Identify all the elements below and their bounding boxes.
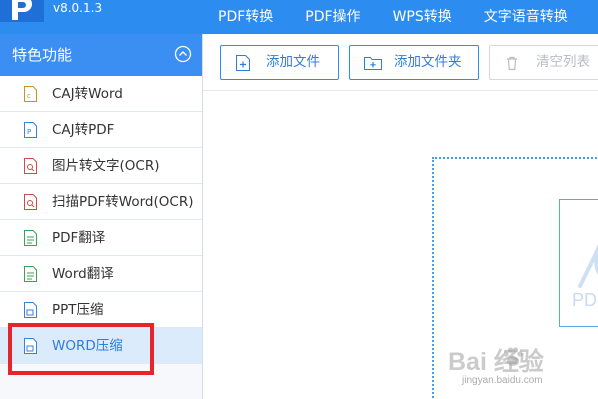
scan-ocr-file-icon <box>24 194 37 210</box>
app-logo <box>0 0 44 22</box>
top-bar: v8.0.1.3 PDF转换 PDF操作 WPS转换 文字语音转换 <box>0 0 598 34</box>
caj-file-icon: c <box>24 86 37 102</box>
add-file-icon <box>235 55 251 71</box>
sidebar-item-label: 图片转文字(OCR) <box>52 158 160 174</box>
compress-file-icon <box>24 302 37 318</box>
translate-file-icon <box>24 230 37 246</box>
sidebar-item-label: WORD压缩 <box>52 338 123 354</box>
sidebar-list: c CAJ转Word P CAJ转PDF 图片转文字(OCR) 扫描PDF转Wo… <box>0 76 202 364</box>
compress-file-icon <box>24 338 37 354</box>
preview-pdf-text: PDF <box>572 290 598 310</box>
sidebar: 特色功能 c CAJ转Word P CAJ转PDF 图片转文字(OCR) 扫描P… <box>0 34 203 399</box>
sidebar-item-scan-pdf-ocr[interactable]: 扫描PDF转Word(OCR) <box>0 184 202 220</box>
toolbar: 添加文件 添加文件夹 清空列表 <box>203 34 598 91</box>
app-version: v8.0.1.3 <box>53 1 103 15</box>
add-file-label: 添加文件 <box>266 54 320 70</box>
sidebar-item-word-translate[interactable]: Word翻译 <box>0 256 202 292</box>
file-list-area[interactable]: PDF <box>203 91 598 399</box>
trash-icon <box>504 55 520 71</box>
app-window: v8.0.1.3 PDF转换 PDF操作 WPS转换 文字语音转换 特色功能 c <box>0 0 598 399</box>
sidebar-item-image-ocr[interactable]: 图片转文字(OCR) <box>0 148 202 184</box>
document-preview: PDF <box>559 199 598 327</box>
add-folder-button[interactable]: 添加文件夹 <box>349 45 479 80</box>
svg-text:c: c <box>27 92 31 100</box>
nav-text-speech[interactable]: 文字语音转换 <box>484 0 568 34</box>
top-nav: PDF转换 PDF操作 WPS转换 文字语音转换 <box>218 0 598 34</box>
sidebar-header[interactable]: 特色功能 <box>0 34 202 76</box>
add-file-button[interactable]: 添加文件 <box>220 45 339 80</box>
clear-list-button[interactable]: 清空列表 <box>489 45 598 80</box>
sidebar-item-label: PPT压缩 <box>52 302 104 318</box>
sidebar-item-ppt-compress[interactable]: PPT压缩 <box>0 292 202 328</box>
add-folder-icon <box>364 55 382 71</box>
chevron-up-circle-icon[interactable] <box>174 45 192 63</box>
clear-list-label: 清空列表 <box>536 54 590 70</box>
sidebar-item-label: Word翻译 <box>52 266 114 282</box>
nav-pdf-operate[interactable]: PDF操作 <box>305 0 360 34</box>
sidebar-item-label: PDF翻译 <box>52 230 106 246</box>
image-ocr-file-icon <box>24 158 37 174</box>
sidebar-item-word-compress[interactable]: WORD压缩 <box>0 328 202 364</box>
svg-text:P: P <box>27 128 31 136</box>
add-folder-label: 添加文件夹 <box>394 54 462 70</box>
nav-wps-convert[interactable]: WPS转换 <box>393 0 452 34</box>
nav-pdf-convert[interactable]: PDF转换 <box>218 0 273 34</box>
translate-file-icon <box>24 266 37 282</box>
sidebar-item-label: CAJ转Word <box>52 86 123 102</box>
sidebar-title: 特色功能 <box>12 46 73 64</box>
sidebar-item-pdf-translate[interactable]: PDF翻译 <box>0 220 202 256</box>
sidebar-item-label: CAJ转PDF <box>52 122 115 138</box>
pdf-file-icon: P <box>24 122 37 138</box>
sidebar-item-label: 扫描PDF转Word(OCR) <box>52 194 194 210</box>
sidebar-item-caj-to-pdf[interactable]: P CAJ转PDF <box>0 112 202 148</box>
sidebar-item-caj-to-word[interactable]: c CAJ转Word <box>0 76 202 112</box>
